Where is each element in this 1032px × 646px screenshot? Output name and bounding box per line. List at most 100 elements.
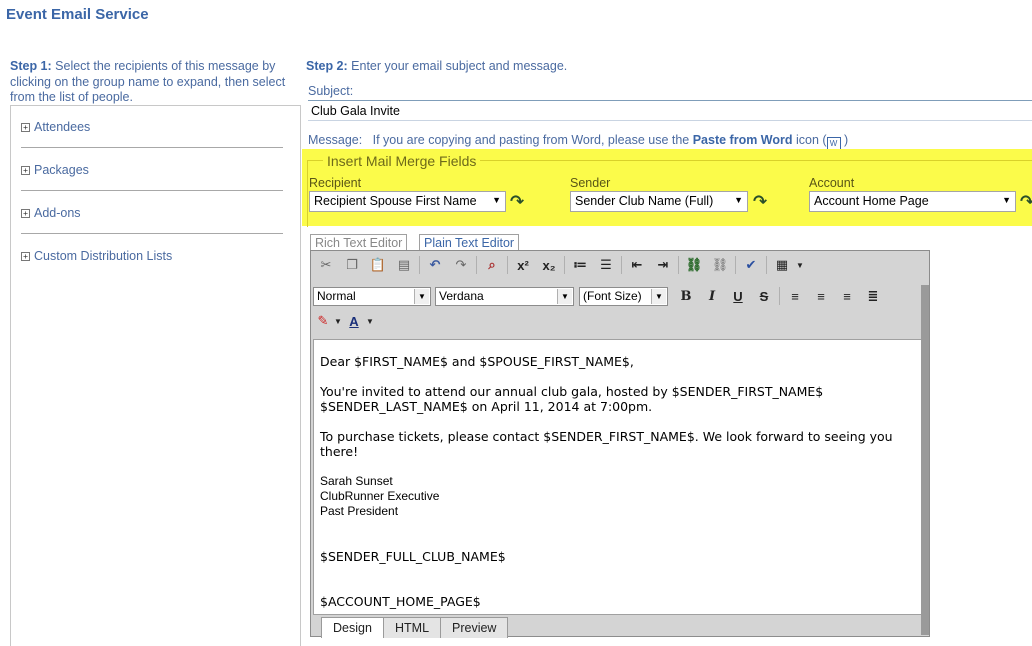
step2-text: Enter your email subject and message. [347, 59, 568, 73]
align-left-icon[interactable]: ≡ [782, 284, 808, 308]
strikethrough-icon[interactable]: S [751, 284, 777, 308]
chevron-down-icon: ▼ [651, 289, 666, 304]
italic-icon[interactable]: I [699, 284, 725, 308]
paste-from-word-icon[interactable]: ▤ [391, 253, 417, 277]
subject-label: Subject: [308, 84, 354, 98]
step1-text: Select the recipients of this message by… [10, 59, 286, 104]
recipient-groups-panel: + Attendees + Packages + Add-ons + Custom Di… [10, 105, 301, 646]
body-line: $SENDER_FULL_CLUB_NAME$ [320, 549, 506, 564]
bulleted-list-icon[interactable]: ☰ [593, 253, 619, 277]
tab-design[interactable]: Design [321, 617, 384, 638]
toolbar-separator [507, 256, 508, 274]
signature-line: Past President [320, 504, 399, 518]
tab-plain-text-editor[interactable]: Plain Text Editor [419, 234, 520, 251]
editor-scrollbar[interactable] [921, 285, 929, 635]
spellcheck-icon[interactable]: ✔ [738, 253, 764, 277]
tab-html[interactable]: HTML [383, 617, 442, 638]
insert-recipient-field-icon[interactable]: ↷ [510, 193, 527, 210]
toolbar-separator [779, 287, 780, 305]
toolbar-separator [735, 256, 736, 274]
divider [21, 233, 283, 234]
align-right-icon[interactable]: ≡ [834, 284, 860, 308]
group-packages[interactable]: + Packages [21, 163, 89, 177]
account-select[interactable]: Account Home Page ▼ [809, 191, 1016, 212]
paragraph-format-value: Normal [317, 289, 356, 303]
group-add-ons[interactable]: + Add-ons [21, 206, 81, 220]
expand-icon[interactable]: + [21, 122, 30, 132]
redo-icon[interactable]: ↷ [448, 253, 474, 277]
toolbar-separator [564, 256, 565, 274]
cut-icon[interactable]: ✂ [313, 253, 339, 277]
message-body[interactable]: Dear $FIRST_NAME$ and $SPOUSE_FIRST_NAME… [313, 339, 926, 615]
toolbar-separator [766, 256, 767, 274]
toolbar-separator [621, 256, 622, 274]
toolbar-row-1: ✂ ❐ 📋 ▤ ↶ ↷ ⌕ x² x₂ ≔ ☰ ⇤ ⇥ ⛓ ⛓ ✔ ▦ ▼ [313, 252, 805, 278]
message-hint-post: icon ( [792, 133, 827, 147]
numbered-list-icon[interactable]: ≔ [567, 253, 593, 277]
insert-table-icon[interactable]: ▦ [769, 253, 795, 277]
mail-merge-legend: Insert Mail Merge Fields [323, 153, 481, 169]
paste-icon[interactable]: 📋 [365, 253, 391, 277]
group-label: Add-ons [34, 206, 81, 220]
outdent-icon[interactable]: ⇤ [624, 253, 650, 277]
account-label: Account [809, 176, 855, 190]
insert-sender-field-icon[interactable]: ↷ [753, 193, 770, 210]
find-replace-icon[interactable]: ⌕ [479, 253, 505, 277]
highlight-color-icon[interactable]: ✎ [313, 309, 333, 333]
chevron-down-icon: ▼ [492, 195, 501, 205]
superscript-icon[interactable]: x² [510, 253, 536, 277]
copy-icon[interactable]: ❐ [339, 253, 365, 277]
chevron-down-icon: ▼ [1002, 195, 1011, 205]
remove-link-icon[interactable]: ⛓ [707, 253, 733, 277]
tab-rich-text-editor[interactable]: Rich Text Editor [310, 234, 408, 251]
step1-label: Step 1: [10, 59, 52, 73]
subscript-icon[interactable]: x₂ [536, 253, 562, 277]
subject-input[interactable] [308, 100, 1032, 121]
chevron-down-icon[interactable]: ▼ [333, 309, 343, 333]
underline-icon[interactable]: U [725, 284, 751, 308]
expand-icon[interactable]: + [21, 165, 30, 175]
sender-label: Sender [570, 176, 611, 190]
insert-link-icon[interactable]: ⛓ [681, 253, 707, 277]
font-color-icon[interactable]: A [343, 309, 365, 333]
expand-icon[interactable]: + [21, 251, 30, 261]
chevron-down-icon[interactable]: ▼ [365, 309, 375, 333]
paragraph-format-select[interactable]: Normal ▼ [313, 287, 431, 306]
align-center-icon[interactable]: ≡ [808, 284, 834, 308]
expand-icon[interactable]: + [21, 208, 30, 218]
body-line: Dear $FIRST_NAME$ and $SPOUSE_FIRST_NAME… [320, 354, 634, 369]
step1-instructions: Step 1: Select the recipients of this me… [10, 59, 305, 106]
bold-icon[interactable]: B [673, 284, 699, 308]
group-label: Attendees [34, 120, 91, 134]
group-attendees[interactable]: + Attendees [21, 120, 90, 134]
recipient-select[interactable]: Recipient Spouse First Name ▼ [309, 191, 506, 212]
signature-line: ClubRunner Executive [320, 489, 440, 503]
chevron-down-icon[interactable]: ▼ [795, 253, 805, 277]
insert-account-field-icon[interactable]: ↷ [1020, 193, 1032, 210]
undo-icon[interactable]: ↶ [422, 253, 448, 277]
message-hint-bold: Paste from Word [692, 133, 793, 147]
tab-preview[interactable]: Preview [440, 617, 509, 638]
font-size-select[interactable]: (Font Size) ▼ [579, 287, 668, 306]
recipient-label: Recipient [309, 176, 362, 190]
group-custom-distribution-lists[interactable]: + Custom Distribution Lists [21, 249, 172, 263]
message-label: Message: [308, 133, 363, 147]
font-size-value: (Font Size) [583, 289, 642, 303]
chevron-down-icon: ▼ [734, 195, 743, 205]
group-label: Custom Distribution Lists [34, 249, 173, 263]
sender-select-value: Sender Club Name (Full) [575, 194, 714, 208]
step2-instructions: Step 2: Enter your email subject and mes… [306, 59, 567, 73]
sender-select[interactable]: Sender Club Name (Full) ▼ [570, 191, 748, 212]
font-family-value: Verdana [439, 289, 484, 303]
indent-icon[interactable]: ⇥ [650, 253, 676, 277]
toolbar-separator [678, 256, 679, 274]
step2-label: Step 2: [306, 59, 348, 73]
font-family-select[interactable]: Verdana ▼ [435, 287, 574, 306]
justify-icon[interactable]: ≣ [860, 284, 886, 308]
toolbar-row-3: ✎ ▼ A ▼ [313, 308, 375, 334]
